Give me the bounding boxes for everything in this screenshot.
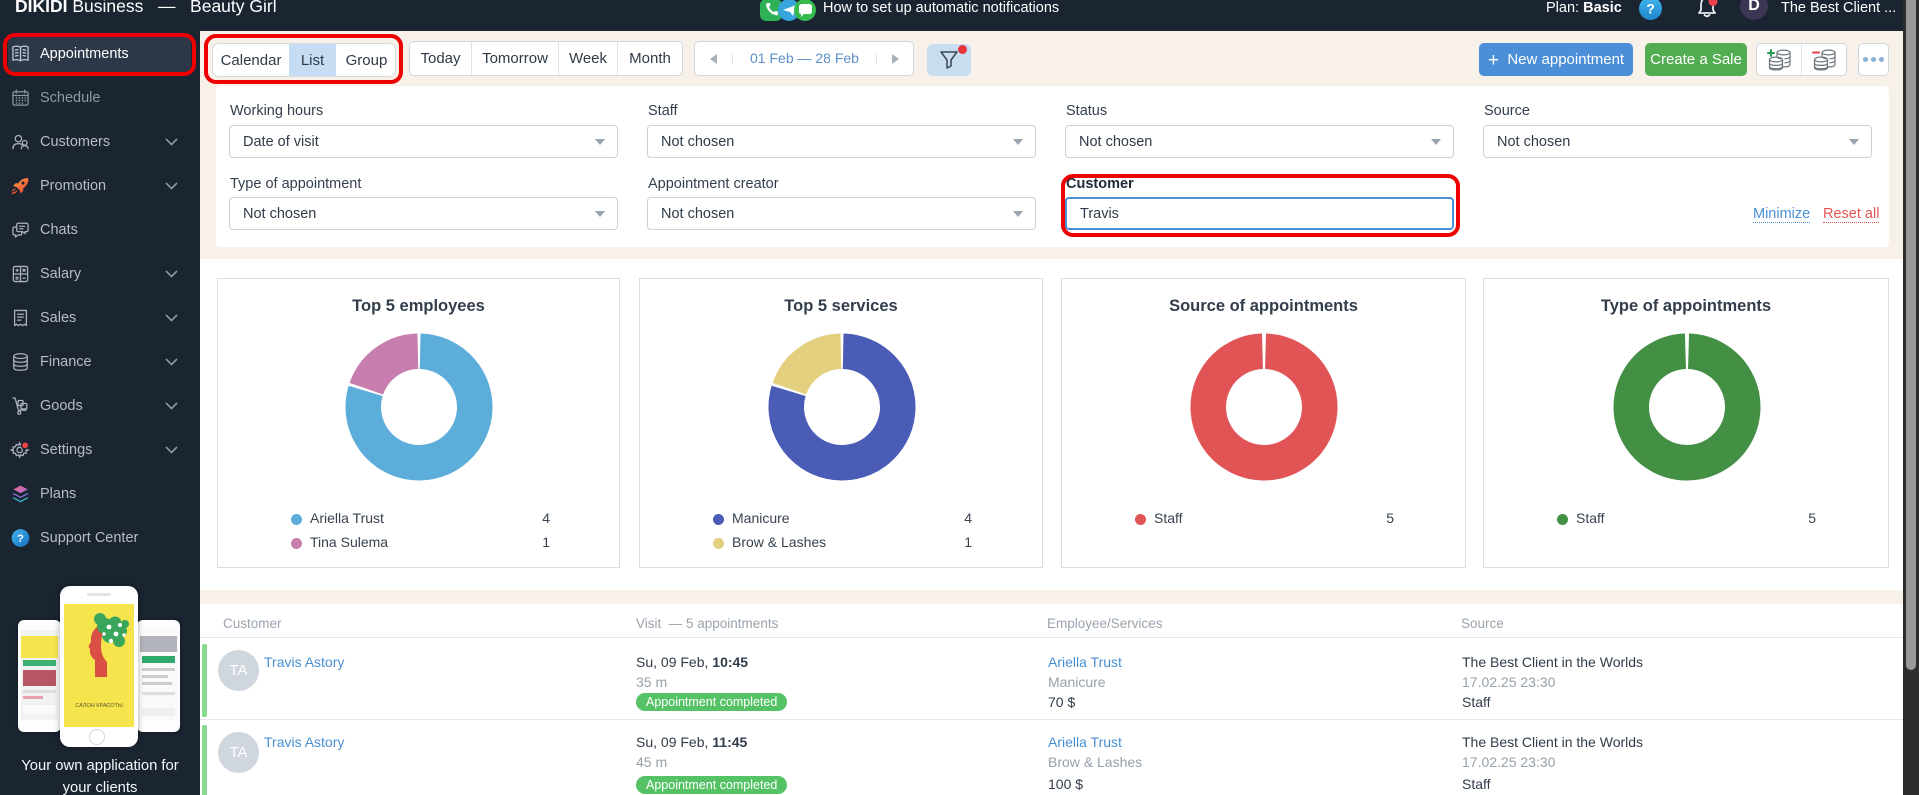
svg-text:САЛОН КРАСОТЫ: САЛОН КРАСОТЫ xyxy=(75,703,123,709)
svg-text:?: ? xyxy=(1646,1,1655,17)
svg-text:?: ? xyxy=(17,533,24,545)
